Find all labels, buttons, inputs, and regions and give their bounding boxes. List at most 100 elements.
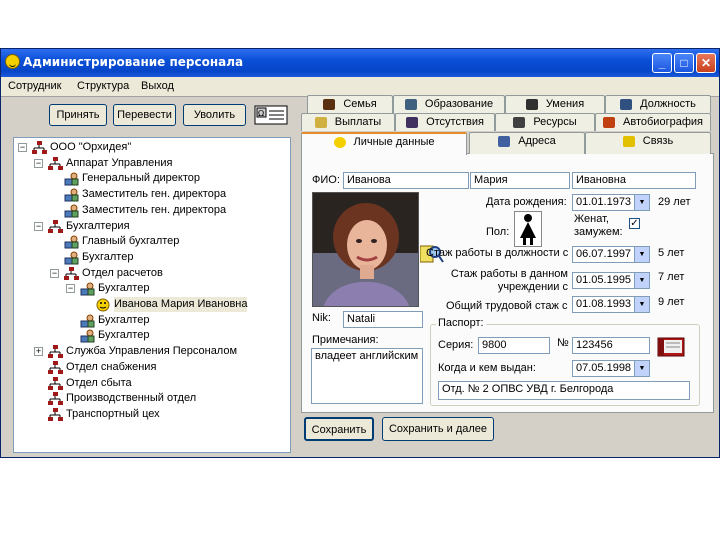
tab-family[interactable]: Семья (307, 95, 393, 113)
department-icon (48, 360, 63, 374)
tab-skills[interactable]: Умения (505, 95, 605, 113)
tree-node[interactable]: − Отдел расчетов (14, 266, 290, 281)
tree-node[interactable]: + Служба Управления Персоналом (14, 344, 290, 359)
notes-textarea[interactable]: владеет английским (311, 348, 423, 404)
nik-input[interactable]: Natali (343, 311, 423, 328)
dismiss-button[interactable]: Уволить (183, 104, 246, 126)
nik-label: Nik: (312, 312, 331, 324)
institution-exp-date[interactable]: 01.05.1995 ▼ (572, 272, 650, 289)
position-exp-label: Стаж работы в должности с (426, 247, 569, 259)
tree-node[interactable]: Транспортный цех (14, 407, 290, 422)
tab-addresses[interactable]: Адреса (469, 132, 585, 154)
total-exp-years: 9 лет (658, 296, 685, 308)
smiley-app-icon (5, 54, 20, 69)
title-bar: Администрирование персонала _ □ ✕ (1, 49, 719, 77)
transfer-button[interactable]: Перевести (113, 104, 176, 126)
fio-label: ФИО: (312, 174, 340, 186)
collapse-icon[interactable]: − (18, 143, 27, 152)
org-tree[interactable]: − ООО "Орхидея" − Аппарат Управления Генерал… (13, 137, 291, 453)
birth-date-label: Дата рождения: (486, 196, 567, 208)
tab-absences[interactable]: Отсутствия (395, 113, 495, 131)
tree-node[interactable]: Заместитель ген. директора (14, 203, 290, 218)
tree-node[interactable]: Отдел сбыта (14, 376, 290, 391)
tree-node-label: Генеральный директор (82, 172, 200, 185)
department-icon (48, 407, 63, 421)
first-name-input[interactable]: Мария (470, 172, 570, 189)
department-icon (64, 266, 79, 280)
tree-node-label: Бухгалтер (98, 282, 150, 295)
tree-node[interactable]: Генеральный директор (14, 171, 290, 186)
employee-photo (312, 192, 419, 307)
tab-contacts[interactable]: Связь (585, 132, 711, 154)
tree-node[interactable]: Иванова Мария Ивановна (14, 297, 290, 312)
tree-node[interactable]: Бухгалтер (14, 328, 290, 343)
tree-node[interactable]: Отдел снабжения (14, 360, 290, 375)
tab-payments[interactable]: Выплаты (301, 113, 395, 131)
issued-label: Когда и кем выдан: (438, 362, 536, 374)
series-input[interactable]: 9800 (478, 337, 550, 354)
married-checkbox[interactable]: ✓ (629, 218, 640, 229)
total-exp-date[interactable]: 01.08.1993 ▼ (572, 296, 650, 313)
tree-node[interactable]: − Бухгалтерия (14, 219, 290, 234)
tab-position[interactable]: Должность (605, 95, 711, 113)
tree-node-label: Бухгалтер (98, 313, 150, 326)
expand-icon[interactable]: + (34, 347, 43, 357)
tab-label: Образование (424, 98, 494, 110)
save-and-next-button[interactable]: Сохранить и далее (382, 417, 494, 441)
series-label: Серия: (438, 339, 474, 351)
tab-personal-data[interactable]: Личные данные (301, 132, 467, 155)
tree-node-label: Иванова Мария Ивановна (114, 297, 248, 312)
menu-exit[interactable]: Выход (141, 80, 174, 92)
tab-label: Связь (642, 135, 674, 147)
tree-node[interactable]: − Аппарат Управления (14, 156, 290, 171)
tab-label: Семья (343, 98, 377, 110)
main-window: Администрирование персонала _ □ ✕ Сотруд… (0, 48, 720, 458)
tree-node[interactable]: − ООО "Орхидея" (14, 140, 290, 155)
issued-by-input[interactable]: Отд. № 2 ОПВС УВД г. Белгорода (438, 381, 690, 400)
department-icon (48, 392, 63, 406)
position-person-icon (64, 251, 79, 265)
collapse-icon[interactable]: − (66, 284, 75, 294)
passport-book-icon[interactable] (656, 334, 688, 360)
last-name-input[interactable]: Иванова (343, 172, 469, 189)
sex-label: Пол: (486, 226, 510, 238)
tab-label: Умения (545, 98, 585, 110)
birth-date-input[interactable]: 01.01.1973 ▼ (572, 194, 650, 211)
accept-button[interactable]: Принять (49, 104, 107, 126)
tree-node-label: Бухгалтер (82, 250, 134, 263)
tree-node[interactable]: − Бухгалтер (14, 281, 290, 296)
save-button[interactable]: Сохранить (304, 417, 374, 441)
position-person-icon (64, 172, 79, 186)
tree-node[interactable]: Бухгалтер (14, 313, 290, 328)
tab-label: Адреса (518, 135, 556, 147)
menu-employee[interactable]: Сотрудник (8, 80, 61, 92)
svg-text:Ω: Ω (258, 109, 264, 118)
tree-node-label: Аппарат Управления (66, 156, 173, 169)
position-person-icon (64, 188, 79, 202)
close-button[interactable]: ✕ (696, 53, 716, 73)
menu-structure[interactable]: Структура (77, 80, 129, 92)
number-input[interactable]: 123456 (572, 337, 650, 354)
middle-name-input[interactable]: Ивановна (572, 172, 696, 189)
id-card-icon[interactable]: Ω (254, 104, 288, 126)
tab-label: Личные данные (353, 136, 435, 148)
tree-node-label: Заместитель ген. директора (82, 188, 227, 201)
tree-node-label: Отдел расчетов (82, 266, 163, 279)
tree-node[interactable]: Заместитель ген. директора (14, 187, 290, 202)
collapse-icon[interactable]: − (50, 268, 59, 278)
female-icon[interactable] (514, 211, 542, 247)
collapse-icon[interactable]: − (34, 158, 43, 168)
minimize-button[interactable]: _ (652, 53, 672, 73)
tree-node[interactable]: Главный бухгалтер (14, 234, 290, 249)
issued-date-input[interactable]: 07.05.1998 ▼ (572, 360, 650, 377)
tab-resources[interactable]: Ресурсы (495, 113, 595, 131)
collapse-icon[interactable]: − (34, 221, 43, 231)
tree-node[interactable]: Бухгалтер (14, 250, 290, 265)
position-exp-date[interactable]: 06.07.1997 ▼ (572, 246, 650, 263)
tab-education[interactable]: Образование (393, 95, 505, 113)
tab-autobiography[interactable]: Автобиография (595, 113, 711, 131)
tree-node[interactable]: Производственный отдел (14, 391, 290, 406)
institution-exp-years: 7 лет (658, 271, 685, 283)
maximize-button[interactable]: □ (674, 53, 694, 73)
skills-icon (525, 98, 538, 110)
